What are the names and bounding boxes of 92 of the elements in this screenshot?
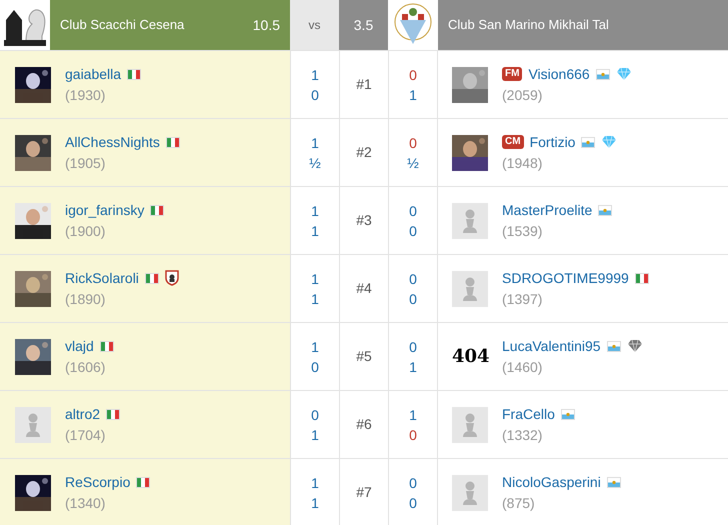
score-value: ½: [407, 154, 419, 172]
score-value: 1: [311, 134, 319, 152]
san-marino-flag-icon: [596, 68, 610, 80]
player-rating: (1397): [502, 290, 544, 309]
player-rating: (1930): [65, 86, 106, 105]
player-rating: (1890): [65, 290, 106, 309]
player-rating: (1340): [65, 494, 106, 513]
italy-flag-icon: [106, 408, 120, 420]
pawn-avatar-icon: [452, 474, 488, 510]
score-value: 1: [311, 290, 319, 308]
italy-flag-icon: [144, 272, 159, 284]
score-value: 0: [409, 494, 417, 512]
player-rating: (1539): [502, 222, 544, 241]
san-marino-flag-icon: [560, 408, 575, 420]
player-name-link[interactable]: igor_farinsky: [65, 200, 144, 220]
score-value: 0: [409, 290, 417, 308]
team-name: Club San Marino Mikhail Tal: [448, 16, 609, 34]
san-marino-flag-icon: [581, 136, 596, 148]
player-name-link[interactable]: SDROGOTIME9999: [502, 268, 629, 288]
score-value: 1: [409, 406, 417, 424]
player-name-link[interactable]: FraCello: [502, 404, 555, 424]
player-name-link[interactable]: ReScorpio: [65, 472, 130, 492]
team-score: 3.5: [339, 0, 388, 50]
board-number: #4: [356, 279, 372, 298]
board-number: #6: [356, 415, 372, 434]
player-name-link[interactable]: gaiabella: [65, 64, 122, 84]
score-value: 0: [409, 66, 417, 84]
player-rating: (2059): [502, 86, 544, 105]
board-number: #5: [356, 347, 372, 366]
player-rating: (1460): [502, 358, 544, 377]
team-score: 10.5: [252, 16, 280, 34]
italy-flag-icon: [136, 476, 150, 488]
italy-flag-icon: [634, 272, 649, 284]
player-rating: (1948): [502, 154, 544, 173]
player-name-link[interactable]: altro2: [65, 404, 100, 424]
pawn-avatar-icon: [452, 406, 488, 442]
board-number: #1: [356, 75, 372, 94]
player-rating: (1332): [502, 426, 544, 445]
player-name-link[interactable]: vlajd: [65, 336, 94, 356]
player-rating: (875): [502, 494, 536, 513]
board-number: #3: [356, 211, 372, 230]
score-value: 0: [311, 358, 319, 376]
italy-flag-icon: [150, 204, 164, 216]
san-marino-flag-icon: [606, 340, 621, 352]
vs-label: vs: [290, 0, 339, 50]
score-value: 1: [311, 222, 319, 240]
score-value: 0: [311, 406, 319, 424]
score-value: 0: [409, 270, 417, 288]
shield-icon: [164, 270, 179, 286]
score-value: 1: [311, 426, 319, 444]
score-value: 1: [311, 202, 319, 220]
italy-flag-icon: [166, 136, 180, 148]
club-logo-icon: [388, 0, 438, 50]
score-value: 1: [311, 338, 319, 356]
board-number: #2: [356, 143, 372, 162]
san-marino-flag-icon: [606, 476, 621, 488]
score-value: 1: [311, 474, 319, 492]
score-value: 0: [311, 86, 319, 104]
pawn-avatar-icon: [15, 406, 51, 442]
title-badge: CM: [502, 135, 524, 149]
player-rating: (1905): [65, 154, 106, 173]
pawn-avatar-icon: [452, 202, 488, 238]
player-name-link[interactable]: AllChessNights: [65, 132, 160, 152]
score-value: 0: [409, 134, 417, 152]
score-value: 0: [409, 202, 417, 220]
player-rating: (1704): [65, 426, 106, 445]
title-badge: FM: [502, 67, 522, 81]
score-value: 1: [311, 66, 319, 84]
player-name-link[interactable]: Vision666: [528, 64, 590, 84]
score-value: 0: [409, 474, 417, 492]
san-marino-flag-icon: [598, 204, 612, 216]
score-value: 1: [409, 358, 417, 376]
player-name-link[interactable]: NicoloGasperini: [502, 472, 601, 492]
player-name-link[interactable]: LucaValentini95: [502, 336, 601, 356]
score-value: 1: [311, 270, 319, 288]
score-value: 1: [311, 494, 319, 512]
player-name-link[interactable]: MasterProelite: [502, 200, 592, 220]
score-value: 1: [409, 86, 417, 104]
italy-flag-icon: [127, 68, 142, 80]
italy-flag-icon: [100, 340, 114, 352]
score-value: ½: [309, 154, 321, 172]
board-number: #7: [356, 483, 372, 502]
player-rating: (1900): [65, 222, 106, 241]
score-value: 0: [409, 338, 417, 356]
score-value: 0: [409, 222, 417, 240]
score-value: 0: [409, 426, 417, 444]
player-name-link[interactable]: RickSolaroli: [65, 268, 139, 288]
pawn-avatar-icon: [452, 270, 488, 306]
player-rating: (1606): [65, 358, 106, 377]
avatar-text: 404: [452, 345, 488, 369]
team-name: Club Scacchi Cesena: [60, 16, 186, 34]
player-name-link[interactable]: Fortizio: [530, 132, 576, 152]
